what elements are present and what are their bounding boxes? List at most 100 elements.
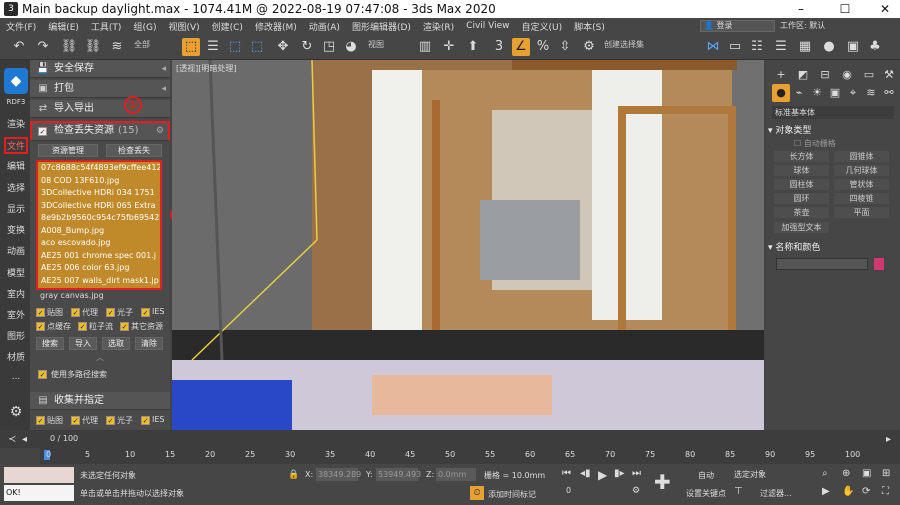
render-icon[interactable]: ♣	[866, 38, 884, 56]
proxy-checkbox[interactable]: ✓	[71, 416, 80, 425]
list-item[interactable]: AE25 006 color 63.jpg	[38, 262, 160, 275]
render-setup-icon[interactable]: ▣	[844, 38, 862, 56]
strip-transform[interactable]: 变换	[6, 223, 26, 236]
key-icon[interactable]: ⊤	[734, 486, 743, 497]
pack-section[interactable]: ▣ 打包 ◂	[30, 80, 170, 98]
menu-graph-editors[interactable]: 图形编辑器(D)	[346, 20, 417, 33]
z-coordinate-field[interactable]: 0.0mm	[436, 468, 476, 481]
list-item[interactable]: 3DCollective HDRi 034 1751	[38, 187, 160, 200]
missing-files-list[interactable]: 07c8688c54f4893ef9cffee412f 08 COD 13F61…	[36, 160, 162, 290]
zoom-icon[interactable]: ⌕	[822, 468, 828, 479]
modify-tab-icon[interactable]: ◩	[794, 66, 812, 84]
menu-rendering[interactable]: 渲染(R)	[417, 20, 460, 33]
display-tab-icon[interactable]: ▭	[860, 66, 878, 84]
menu-tools[interactable]: 工具(T)	[85, 20, 128, 33]
photon-checkbox[interactable]: ✓	[106, 416, 115, 425]
object-color-swatch[interactable]	[874, 258, 884, 270]
key-mode-icon[interactable]: ✚	[654, 470, 671, 494]
reference-coord-dropdown[interactable]: 视图	[368, 39, 384, 50]
spinner-snap-icon[interactable]: ⇳	[556, 38, 574, 56]
point-cache-checkbox[interactable]: ✓	[36, 322, 45, 331]
snap-3d-icon[interactable]: 3	[490, 38, 508, 56]
list-item[interactable]: AE25 007 walls_dirt mask1.jp	[38, 275, 160, 288]
zoom-all-icon[interactable]: ⊕	[842, 468, 850, 479]
rect-selection-icon[interactable]: ⬚	[226, 38, 244, 56]
shapes-icon[interactable]: ⌁	[790, 84, 808, 102]
collect-section[interactable]: ▤ 收集并指定	[30, 392, 170, 410]
auto-key-button[interactable]: 自动	[698, 470, 714, 481]
cylinder-button[interactable]: 圆柱体	[774, 179, 829, 190]
select-by-name-icon[interactable]: ☰	[204, 38, 222, 56]
strip-material[interactable]: 材质	[6, 350, 26, 363]
menu-group[interactable]: 组(G)	[127, 20, 162, 33]
geometry-icon[interactable]: ●	[772, 84, 790, 102]
list-item[interactable]: A008_Bump.jpg	[38, 225, 160, 238]
bind-spacewarp-icon[interactable]: ≋	[108, 38, 126, 56]
strip-shape[interactable]: 图形	[6, 329, 26, 342]
menu-edit[interactable]: 编辑(E)	[42, 20, 85, 33]
rotate-icon[interactable]: ↻	[298, 38, 316, 56]
pivot-icon[interactable]: ▥	[416, 38, 434, 56]
redo-icon[interactable]: ↷	[34, 38, 52, 56]
strip-display[interactable]: 显示	[6, 202, 26, 215]
ies-checkbox[interactable]: ✓	[141, 416, 150, 425]
mini-curve-icon[interactable]: ≺	[8, 434, 16, 445]
lock-selection-icon[interactable]: 🔒	[288, 470, 299, 480]
multipath-checkbox[interactable]: ✓	[38, 370, 47, 379]
pyramid-button[interactable]: 四棱锥	[834, 193, 889, 204]
utilities-tab-icon[interactable]: ⚒	[880, 66, 898, 84]
search-button[interactable]: 搜索	[36, 337, 64, 350]
settings-small-icon[interactable]: ⚙	[156, 123, 164, 139]
close-icon[interactable]: ✕	[870, 0, 900, 18]
maxscript-output[interactable]: OK!	[4, 485, 74, 501]
menu-create[interactable]: 创建(C)	[206, 20, 249, 33]
strip-file[interactable]: 文件	[4, 137, 28, 154]
motion-tab-icon[interactable]: ◉	[838, 66, 856, 84]
helpers-icon[interactable]: ⌖	[844, 84, 862, 102]
map-checkbox[interactable]: ✓	[36, 416, 45, 425]
collapse-arrow-icon[interactable]: ︿	[96, 352, 104, 363]
minimize-icon[interactable]: –	[786, 0, 816, 18]
workspace-selector[interactable]: 工作区: 默认	[780, 19, 888, 33]
strip-render[interactable]: 渲染	[6, 117, 26, 130]
pan-icon[interactable]: ✋	[842, 486, 854, 497]
plane-button[interactable]: 平面	[834, 207, 889, 218]
viewport-label[interactable]: [透视][明暗处理]	[176, 63, 236, 74]
particle-flow-checkbox[interactable]: ✓	[78, 322, 87, 331]
pick-button[interactable]: 选取	[102, 337, 130, 350]
hierarchy-tab-icon[interactable]: ⊟	[816, 66, 834, 84]
login-field[interactable]: 👤 登录	[700, 20, 775, 32]
track-bar[interactable]: 0 5 10 15 20 25 30 35 40 45 50 55 60 65 …	[40, 448, 900, 464]
menu-animation[interactable]: 动画(A)	[303, 20, 346, 33]
zoom-extents-icon[interactable]: ▣	[862, 468, 871, 479]
menu-file[interactable]: 文件(F)	[0, 20, 42, 33]
check-missing-section[interactable]: ✓ 检查丢失资源 (15) ⚙	[30, 121, 170, 141]
maxscript-listener[interactable]	[4, 467, 74, 483]
edit-named-sel-icon[interactable]: ⚙	[580, 38, 598, 56]
percent-snap-icon[interactable]: %	[534, 38, 552, 56]
material-editor-icon[interactable]: ●	[820, 38, 838, 56]
perspective-viewport[interactable]: [透视][明暗处理]	[172, 60, 764, 430]
create-tab-icon[interactable]: +	[772, 66, 790, 84]
window-crossing-icon[interactable]: ⬚	[248, 38, 266, 56]
strip-interior[interactable]: 室内	[6, 287, 26, 300]
check-missing-button[interactable]: 检查丢失	[106, 144, 162, 157]
object-name-input[interactable]	[776, 258, 868, 270]
import-button[interactable]: 导入	[69, 337, 97, 350]
safe-save-section[interactable]: 💾 安全保存 ◂	[30, 60, 170, 78]
spacewarps-icon[interactable]: ≋	[862, 84, 880, 102]
strip-edit[interactable]: 编辑	[6, 159, 26, 172]
zoom-extents-all-icon[interactable]: ⊞	[882, 468, 890, 479]
list-item[interactable]: aco escovado.jpg	[38, 237, 160, 250]
list-item[interactable]: 08 COD 13F610.jpg	[38, 175, 160, 188]
menu-civil-view[interactable]: Civil View	[460, 21, 515, 31]
name-color-rollout[interactable]: ▾ 名称和颜色	[768, 240, 898, 253]
list-item[interactable]: 3DCollective HDRi 065 Extra	[38, 200, 160, 213]
current-frame-field[interactable]: 0	[566, 486, 571, 495]
y-coordinate-field[interactable]: 53949.493	[376, 468, 421, 481]
goto-end-icon[interactable]: ⏭	[632, 468, 641, 479]
next-frame-icon[interactable]: ▮▸	[614, 468, 625, 479]
maximize-viewport-icon[interactable]: ⛶	[882, 486, 889, 497]
list-item[interactable]: 8e9b2b9560c954c75fb695422	[38, 212, 160, 225]
angle-snap-icon[interactable]: ∠	[512, 38, 530, 56]
